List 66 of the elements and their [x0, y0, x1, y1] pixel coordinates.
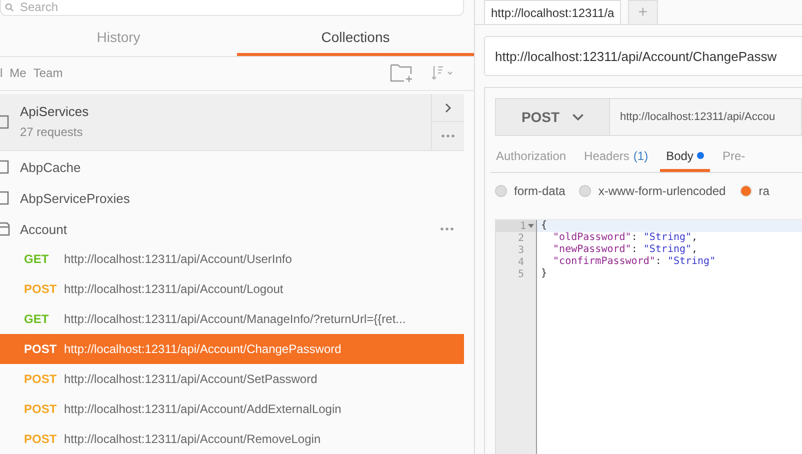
request-url: http://localhost:12311/api/Account/Logout — [64, 282, 284, 296]
fold-caret-icon[interactable] — [528, 224, 534, 228]
request-url: http://localhost:12311/api/Account/ChangePassword — [64, 342, 342, 356]
request-item[interactable]: POST http://localhost:12311/api/Account/ChangePassword — [0, 334, 464, 364]
request-url: http://localhost:12311/api/Account/UserInfo — [64, 252, 292, 266]
folder-icon — [0, 160, 10, 174]
code-line: "confirmPassword": "String" — [552, 256, 717, 268]
request-item[interactable]: POST http://localhost:12311/api/Account/Logout — [0, 274, 464, 304]
request-url: http://localhost:12311/api/Account/AddExternalLogin — [64, 402, 342, 416]
line-number: 3 — [516, 244, 525, 256]
line-number: 1 — [496, 220, 536, 232]
folder-name: Account — [20, 222, 67, 236]
request-item[interactable]: POST http://localhost:12311/api/Account/SetPassword — [0, 364, 464, 394]
method-label: POST — [24, 342, 58, 356]
folder-row[interactable]: AbpServiceProxies — [0, 183, 464, 213]
open-folder-icon — [0, 222, 10, 236]
folder-icon — [0, 114, 10, 129]
folder-row[interactable]: AbpCache — [0, 152, 464, 182]
line-number: 5 — [516, 268, 525, 280]
filter-link[interactable]: Team — [33, 66, 63, 80]
code-editor[interactable]: 1 2 3 4 5 { "oldPassword": "String", "newPassword": "String", "confirmPassword": "String" } — [495, 219, 802, 454]
folder-row[interactable]: Account — [0, 214, 464, 244]
body-type-radio[interactable]: ra — [740, 184, 770, 198]
more-options-icon — [441, 134, 455, 138]
section-tab[interactable]: Body — [660, 142, 710, 172]
chevron-right-icon — [443, 102, 453, 113]
body-type-radio[interactable]: x-www-form-urlencoded — [579, 184, 726, 198]
method-label: POST — [24, 402, 58, 416]
request-url: http://localhost:12311/api/Account/SetPassword — [64, 372, 318, 386]
more-options-icon — [440, 227, 454, 231]
method-label: POST — [24, 372, 58, 386]
chevron-down-icon — [572, 111, 584, 123]
collection-card[interactable]: ApiServices 27 requests — [0, 94, 464, 151]
request-item[interactable]: POST http://localhost:12311/api/Account/AddExternalLogin — [0, 394, 464, 424]
collection-name: ApiServices — [20, 104, 89, 120]
folder-name: AbpServiceProxies — [20, 190, 130, 206]
request-item[interactable]: POST http://localhost:12311/api/Account/RemoveLogin — [0, 424, 464, 454]
url-field[interactable]: http://localhost:12311/api/Accou — [610, 98, 802, 136]
request-item[interactable]: GET http://localhost:12311/api/Account/ManageInfo/?returnUrl={{ret... — [0, 304, 464, 334]
new-folder-icon[interactable] — [390, 64, 414, 82]
code-line: "oldPassword": "String", — [552, 232, 699, 244]
code-line: "newPassword": "String", — [552, 244, 699, 256]
line-number: 4 — [516, 256, 525, 268]
line-number: 2 — [516, 232, 525, 244]
request-tab[interactable]: http://localhost:12311/a — [484, 0, 622, 24]
folder-icon — [0, 191, 10, 205]
method-label: POST — [24, 282, 58, 296]
request-count: 27 requests — [20, 125, 84, 140]
request-title: http://localhost:12311/api/Account/ChangePassw — [484, 36, 802, 76]
sort-icon[interactable] — [432, 66, 454, 80]
request-item[interactable]: GET http://localhost:12311/api/Account/UserInfo — [0, 244, 464, 274]
method-label: POST — [24, 432, 58, 446]
request-url: http://localhost:12311/api/Account/RemoveLogin — [64, 432, 321, 446]
sidebar-tab[interactable]: Collections — [237, 22, 474, 56]
method-label: GET — [24, 252, 50, 266]
body-type-radio[interactable]: form-data — [495, 184, 566, 198]
filter-link[interactable]: Me — [10, 66, 26, 80]
filter-link[interactable]: l — [0, 66, 3, 80]
request-url: http://localhost:12311/api/Account/ManageInfo/?returnUrl={{ret... — [64, 312, 406, 326]
search-field[interactable]: Search — [0, 0, 464, 16]
method-dropdown[interactable]: POST — [495, 98, 610, 136]
folder-name: AbpCache — [20, 160, 81, 174]
search-icon — [5, 3, 14, 12]
code-line: } — [540, 268, 548, 280]
section-tab[interactable]: Headers (1) — [578, 142, 654, 172]
method-label: GET — [24, 312, 50, 326]
